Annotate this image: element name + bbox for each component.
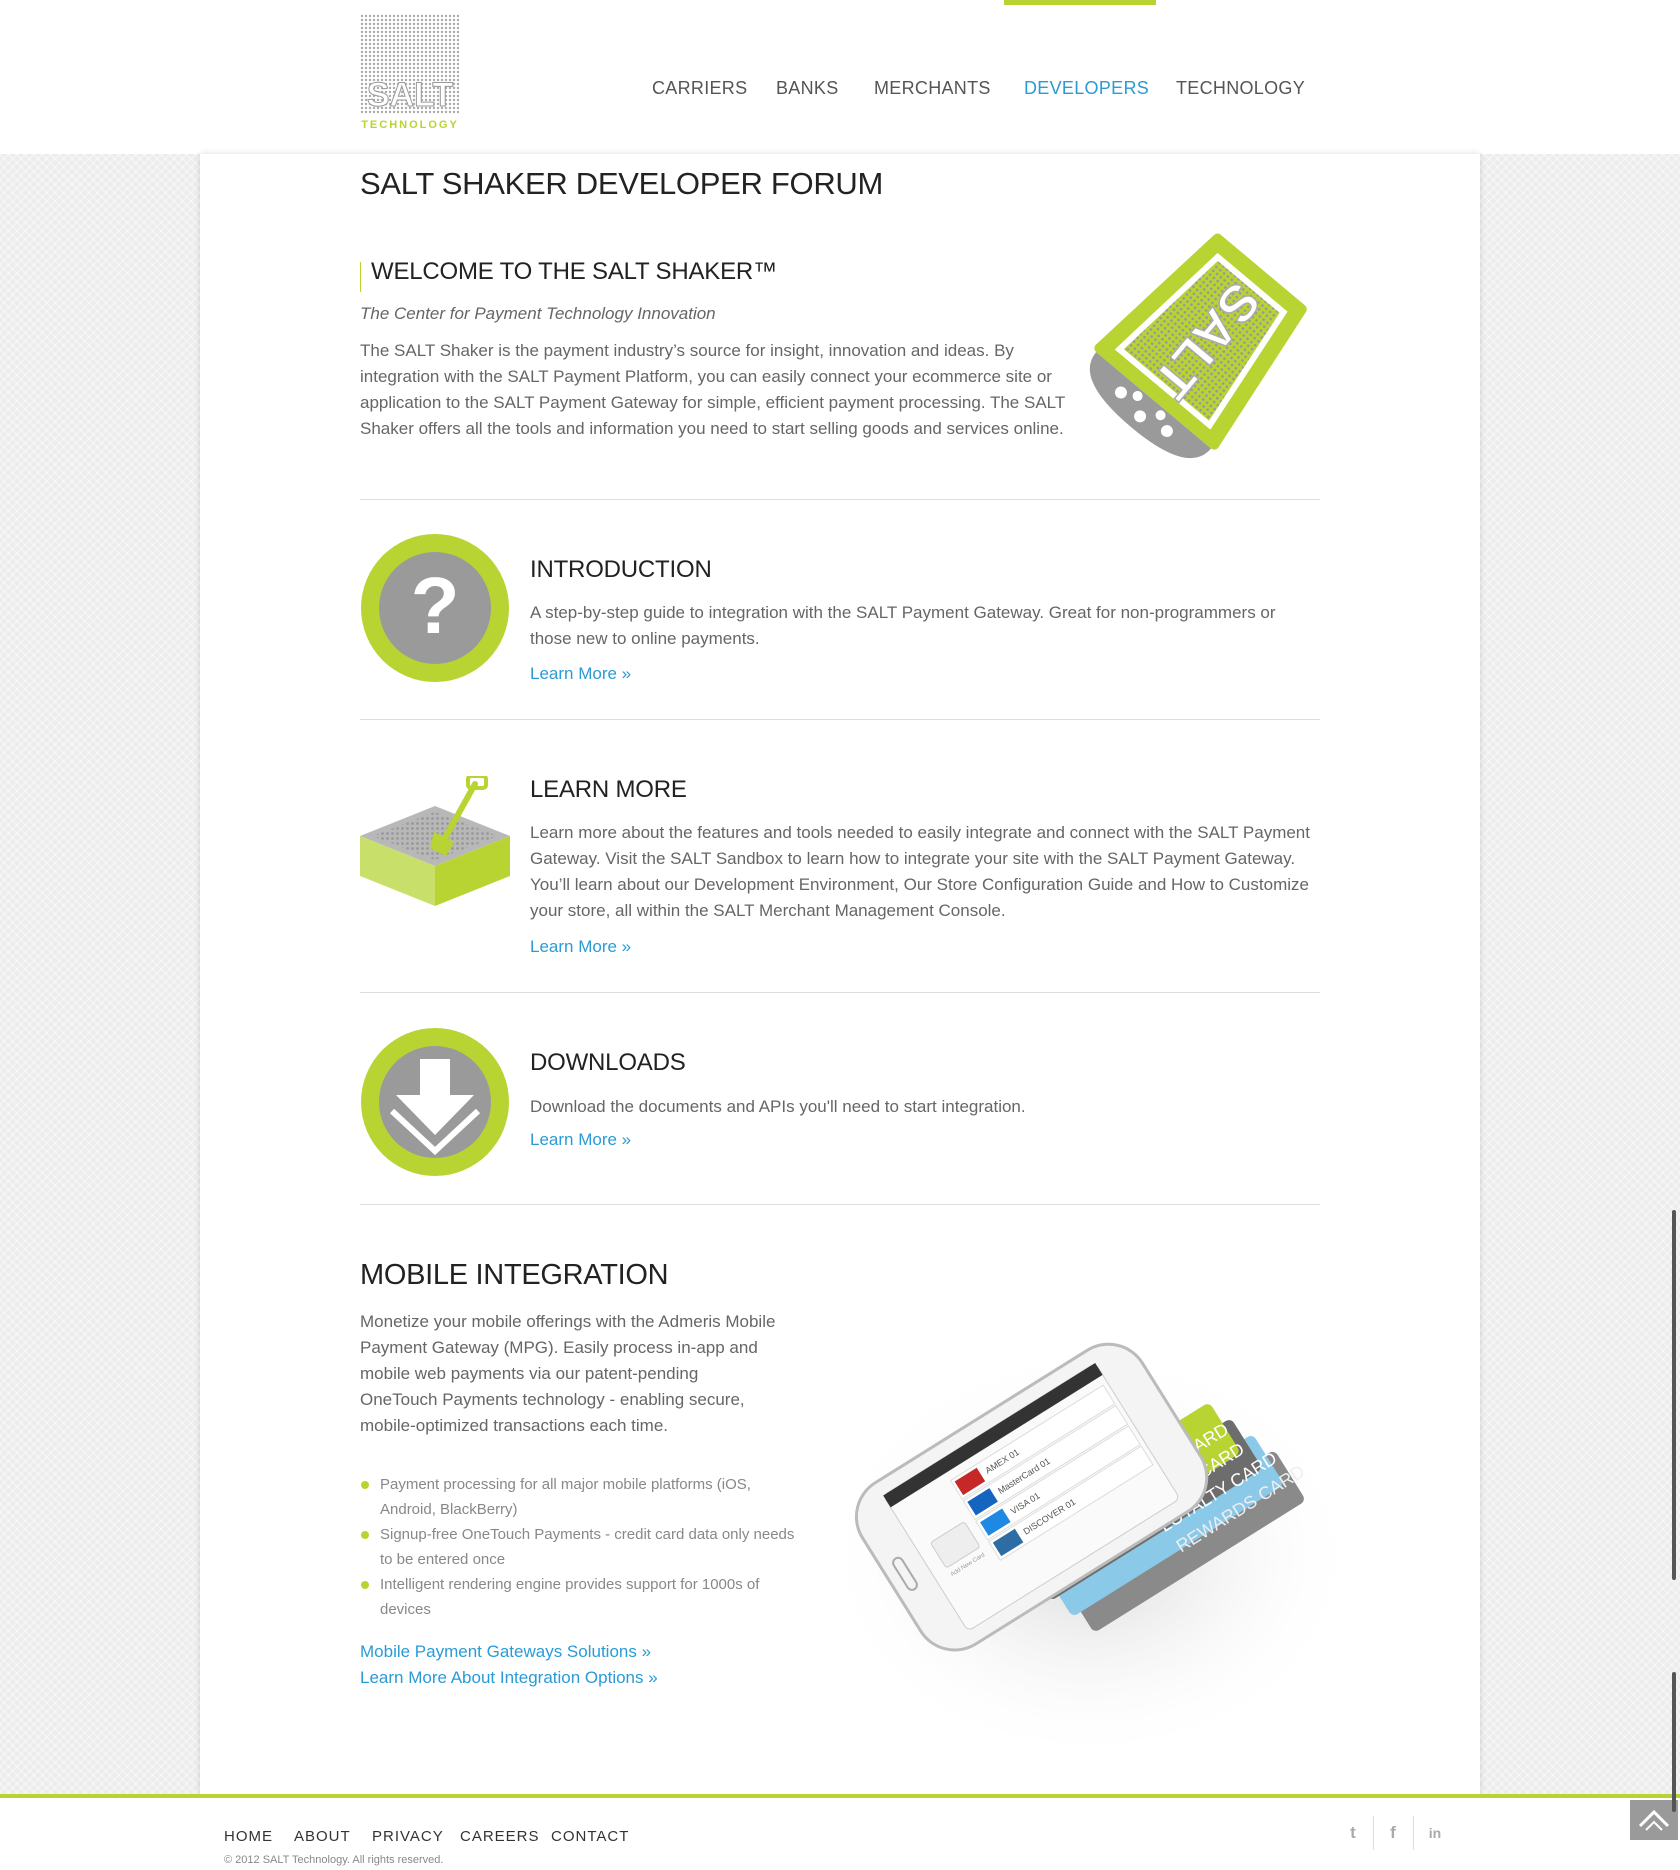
social-divider (1413, 1816, 1414, 1850)
question-icon: ? (361, 534, 509, 682)
bullet-dot (361, 1481, 369, 1489)
nav-developers[interactable]: DEVELOPERS (1024, 78, 1149, 99)
twitter-icon[interactable]: t (1338, 1818, 1368, 1848)
scrollbar-track-segment[interactable] (1672, 1672, 1676, 1812)
mobile-bullet-list: Payment processing for all major mobile … (360, 1472, 800, 1622)
footer-link-careers[interactable]: CAREERS (460, 1828, 540, 1845)
downloads-body: Download the documents and APIs you'll n… (530, 1097, 1026, 1116)
nav-technology[interactable]: TECHNOLOGY (1176, 78, 1305, 99)
facebook-icon[interactable]: f (1378, 1818, 1408, 1848)
content-panel: SALT SHAKER DEVELOPER FORUM WELCOME TO T… (200, 154, 1480, 1794)
divider (360, 1204, 1320, 1205)
copyright-text: © 2012 SALT Technology. All rights reser… (224, 1854, 444, 1866)
intro-learn-more-link[interactable]: Learn More » (530, 664, 631, 684)
bullet-dot (361, 1581, 369, 1589)
welcome-accent-bar (360, 262, 361, 292)
learn-more-title: LEARN MORE (530, 776, 687, 803)
list-item: Payment processing for all major mobile … (360, 1472, 800, 1522)
footer-link-home[interactable]: HOME (224, 1828, 273, 1845)
salt-shaker-icon: SALT (1089, 233, 1307, 459)
scrollbar-thumb[interactable] (1672, 1210, 1676, 1580)
back-to-top-button[interactable] (1630, 1800, 1678, 1840)
bullet-dot (361, 1531, 369, 1539)
mobile-solutions-link[interactable]: Mobile Payment Gateways Solutions » (360, 1642, 651, 1662)
intro-title: INTRODUCTION (530, 556, 712, 583)
integration-options-link[interactable]: Learn More About Integration Options » (360, 1668, 658, 1688)
welcome-subtitle: The Center for Payment Technology Innova… (360, 304, 716, 323)
linkedin-icon[interactable]: in (1420, 1818, 1450, 1848)
nav-carriers[interactable]: CARRIERS (652, 78, 747, 99)
list-item: Signup-free OneTouch Payments - credit c… (360, 1522, 800, 1572)
site-header: SALT TECHNOLOGY CARRIERS BANKS MERCHANTS… (0, 0, 1680, 154)
nav-merchants[interactable]: MERCHANTS (874, 78, 991, 99)
mobile-title: MOBILE INTEGRATION (360, 1259, 669, 1291)
footer-link-about[interactable]: ABOUT (294, 1828, 351, 1845)
welcome-body: The SALT Shaker is the payment industry’… (360, 341, 1065, 438)
site-footer: HOME ABOUT PRIVACY CAREERS CONTACT © 201… (0, 1798, 1680, 1870)
shovel-icon (360, 776, 510, 906)
divider (360, 499, 1320, 500)
nav-banks[interactable]: BANKS (776, 78, 839, 99)
svg-text:?: ? (411, 561, 460, 650)
intro-body: A step-by-step guide to integration with… (530, 603, 1276, 648)
list-item: Intelligent rendering engine provides su… (360, 1572, 800, 1622)
learn-more-body: Learn more about the features and tools … (530, 823, 1310, 920)
divider (360, 992, 1320, 993)
footer-link-contact[interactable]: CONTACT (551, 1828, 629, 1845)
footer-link-privacy[interactable]: PRIVACY (372, 1828, 444, 1845)
mobile-phone-illustration: CREDIT CARD DEBIT CARD LOYALTY CARD REWA… (820, 1324, 1360, 1744)
social-divider (1373, 1816, 1374, 1850)
chevron-up-icon (1638, 1809, 1670, 1831)
download-icon (361, 1028, 509, 1176)
downloads-learn-more-link[interactable]: Learn More » (530, 1130, 631, 1150)
divider (360, 719, 1320, 720)
main-nav: CARRIERS BANKS MERCHANTS DEVELOPERS TECH… (0, 0, 1680, 154)
page-title: SALT SHAKER DEVELOPER FORUM (360, 166, 884, 201)
downloads-title: DOWNLOADS (530, 1049, 686, 1076)
learn-more-link[interactable]: Learn More » (530, 937, 631, 957)
mobile-body: Monetize your mobile offerings with the … (360, 1312, 776, 1435)
welcome-title: WELCOME TO THE SALT SHAKER™ (371, 258, 777, 285)
